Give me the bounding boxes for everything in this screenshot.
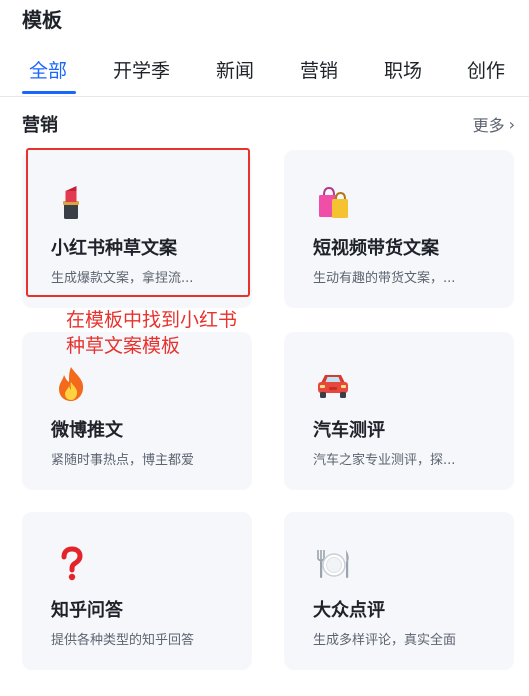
- active-tab-indicator: [22, 91, 76, 94]
- template-card-car-review[interactable]: 汽车测评 汽车之家专业测评，探...: [284, 332, 514, 490]
- template-card-zhihu[interactable]: 知乎问答 提供各种类型的知乎回答: [22, 512, 252, 670]
- template-card-xiaohongshu[interactable]: 小红书种草文案 生成爆款文案，拿捏流...: [22, 150, 252, 308]
- templates-page: 模板 全部 开学季 新闻 营销 职场 创作 营销 更多 › 小红书种草文案 生成…: [0, 0, 529, 696]
- card-description: 汽车之家专业测评，探...: [313, 453, 456, 468]
- card-description: 生成多样评论，真实全面: [313, 633, 457, 648]
- car-icon: [318, 375, 348, 398]
- chevron-right-icon: ›: [508, 114, 515, 134]
- more-label: 更多: [472, 116, 505, 135]
- shopping-bags-icon: [319, 186, 348, 218]
- template-card-dianping[interactable]: 大众点评 生成多样评论，真实全面: [284, 512, 514, 670]
- card-description: 紧随时事热点，博主都爱: [51, 453, 195, 468]
- card-description: 生成爆款文案，拿捏流...: [51, 271, 194, 286]
- card-title: 知乎问答: [51, 600, 123, 621]
- card-title: 大众点评: [313, 600, 385, 621]
- lipstick-icon: [63, 186, 79, 219]
- card-title: 汽车测评: [313, 420, 385, 441]
- plate-cutlery-icon: [317, 550, 349, 578]
- template-card-short-video[interactable]: 短视频带货文案 生动有趣的带货文案，...: [284, 150, 514, 308]
- tab-marketing[interactable]: 营销: [300, 56, 338, 83]
- section-title: 营销: [22, 115, 58, 136]
- question-mark-icon: [61, 546, 83, 581]
- fire-icon: [59, 367, 84, 401]
- category-tabs: 全部 开学季 新闻 营销 职场 创作: [0, 50, 529, 97]
- page-title: 模板: [22, 8, 62, 32]
- more-link[interactable]: 更多 ›: [473, 112, 515, 136]
- card-title: 小红书种草文案: [51, 238, 177, 259]
- card-title: 短视频带货文案: [313, 238, 439, 259]
- tab-creation[interactable]: 创作: [467, 56, 505, 83]
- annotation-text: 在模板中找到小红书种草文案模板: [66, 309, 238, 357]
- tab-back-to-school[interactable]: 开学季: [113, 56, 170, 83]
- tab-news[interactable]: 新闻: [216, 56, 254, 83]
- card-description: 生动有趣的带货文案，...: [313, 271, 456, 286]
- card-title: 微博推文: [51, 420, 123, 441]
- card-description: 提供各种类型的知乎回答: [51, 633, 195, 648]
- tab-workplace[interactable]: 职场: [384, 56, 422, 83]
- tab-all[interactable]: 全部: [29, 56, 67, 83]
